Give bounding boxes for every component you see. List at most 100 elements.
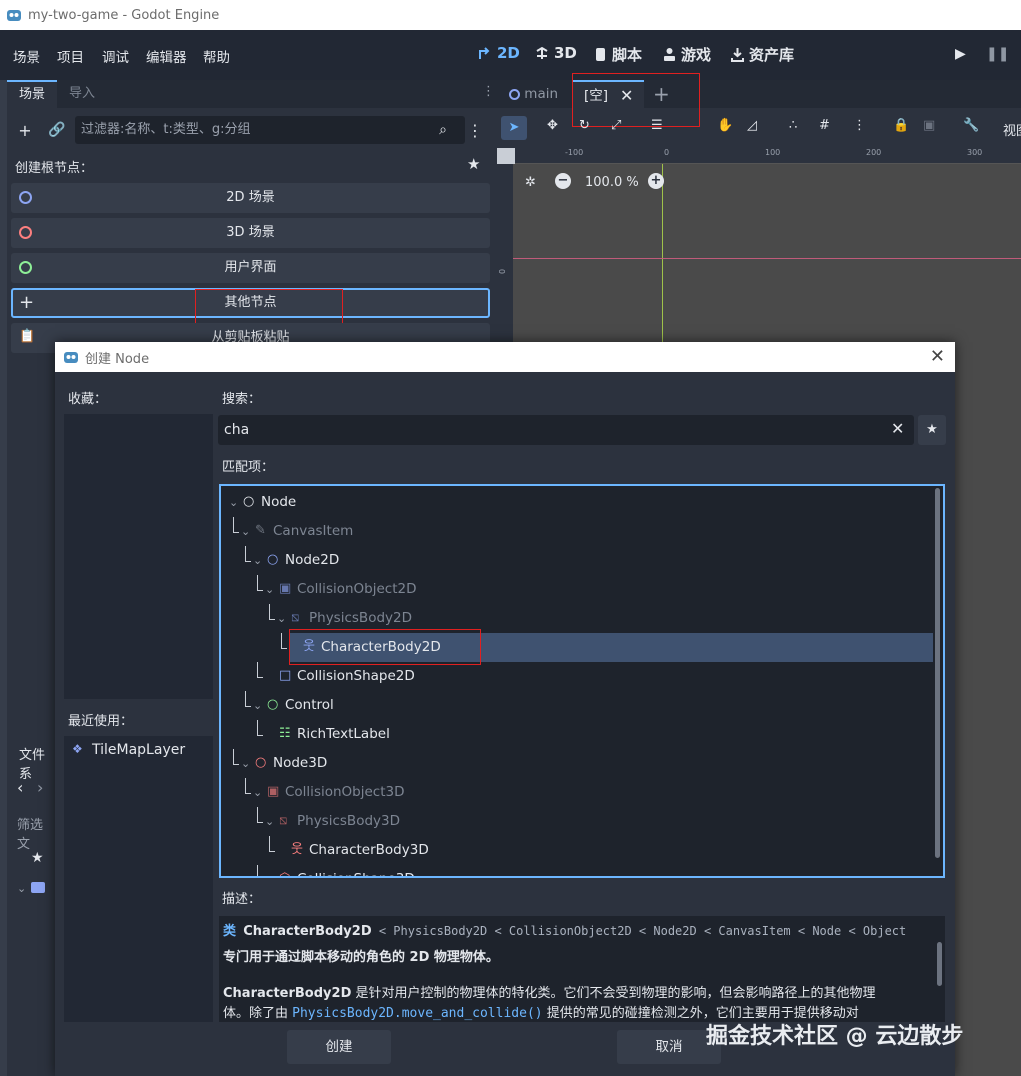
tree-guide-line (245, 691, 251, 707)
tree-row[interactable]: ⌄ ⧅ PhysicsBody3D (221, 807, 939, 836)
description-scrollbar[interactable] (937, 942, 942, 986)
select-tool-icon[interactable]: ➤ (501, 116, 527, 140)
group-icon[interactable]: ▣ (923, 118, 935, 133)
node2d-icon: ○ (267, 552, 279, 567)
link-icon[interactable]: 🔗 (45, 118, 69, 142)
scene-dock-tabs: 场景 导入 ⋮ (7, 80, 497, 108)
tree-item-label: Node2D (285, 552, 340, 568)
tree-row[interactable]: ⌄ ○ Control (221, 691, 939, 720)
tree-row[interactable]: ⬡ CollisionShape3D (221, 865, 939, 876)
clear-search-icon[interactable]: ✕ (891, 419, 904, 438)
dock-menu-icon[interactable]: ⋮ (482, 84, 495, 99)
scale-tool-icon[interactable]: ⤢ (611, 118, 621, 133)
tree-guide-line (257, 807, 263, 823)
tree-row[interactable]: ☷ RichTextLabel (221, 720, 939, 749)
method-link[interactable]: PhysicsBody2D.move_and_collide() (292, 1006, 542, 1021)
zoom-out-icon[interactable]: − (555, 173, 571, 189)
mode-3d-button[interactable]: 3D (535, 44, 577, 62)
tree-row[interactable]: ⌄ ○ Node2D (221, 546, 939, 575)
tree-item-label: CollisionShape3D (297, 865, 415, 876)
tab-scene[interactable]: 场景 (7, 80, 58, 108)
root-ui-button[interactable]: 用户界面 (11, 253, 490, 283)
list-select-icon[interactable]: ☰ (651, 118, 663, 133)
pause-icon[interactable]: ❚❚ (986, 46, 1009, 62)
mode-script-button[interactable]: 脚本 (593, 44, 642, 65)
tree-row[interactable]: 웃 CharacterBody3D (221, 836, 939, 865)
list-item[interactable]: ❖ TileMapLayer (64, 736, 213, 764)
folder-expand-icon[interactable]: ⌄ (17, 882, 26, 895)
tree-row[interactable]: □ CollisionShape2D (221, 662, 939, 691)
chevron-down-icon[interactable]: ⌄ (265, 807, 274, 836)
tree-guide-line (257, 865, 263, 876)
bone-icon[interactable]: 🔧 (963, 118, 979, 133)
watermark: 掘金技术社区 @ 云边散步 (706, 1024, 964, 1049)
chevron-down-icon[interactable]: ⌄ (241, 517, 250, 546)
scene-options-icon[interactable]: ⋮ (463, 118, 487, 142)
tab-import[interactable]: 导入 (57, 80, 107, 108)
matches-tree[interactable]: ⌄ ○ Node ⌄ ✎ CanvasItem ⌄ ○ Node2D ⌄ ▣ CollisionObj… (219, 484, 945, 878)
search-icon: ⌕ (439, 122, 447, 138)
tree-row[interactable]: ⌄ ✎ CanvasItem (221, 517, 939, 546)
window-title: my-two-game - Godot Engine (28, 7, 220, 23)
tree-scrollbar[interactable] (935, 488, 940, 858)
mode-game-button[interactable]: 游戏 (662, 44, 711, 65)
dialog-close-icon[interactable]: ✕ (930, 346, 945, 367)
tree-item-label: Control (285, 697, 334, 713)
forward-icon[interactable]: › (37, 778, 43, 797)
ruler-corner (497, 148, 515, 164)
mode-2d-button[interactable]: 2D (478, 44, 520, 62)
scene-filter-input[interactable]: 过滤器:名称、t:类型、g:分组 (75, 116, 465, 144)
chevron-down-icon[interactable]: ⌄ (253, 778, 262, 807)
annotation-box (289, 629, 481, 665)
root-2d-scene-button[interactable]: 2D 场景 (11, 183, 490, 213)
chevron-down-icon[interactable]: ⌄ (229, 488, 238, 517)
grid-snap-icon[interactable]: # (819, 118, 830, 133)
pan-tool-icon[interactable]: ✋ (717, 118, 733, 133)
tree-row[interactable]: ⌄ ▣ CollisionObject2D (221, 575, 939, 604)
dialog-titlebar: 创建 Node ✕ (55, 342, 955, 372)
tab-main[interactable]: main (509, 80, 558, 108)
center-view-icon[interactable]: ✲ (525, 175, 536, 190)
search-input[interactable]: cha (218, 415, 914, 445)
zoom-in-icon[interactable]: + (648, 173, 664, 189)
ruler-tool-icon[interactable]: ◿ (747, 118, 757, 133)
filesystem-filter-input[interactable]: 筛选文 (17, 814, 55, 852)
menu-project[interactable]: 项目 (57, 46, 84, 66)
chevron-down-icon[interactable]: ⌄ (265, 575, 274, 604)
menu-editor[interactable]: 编辑器 (146, 46, 187, 66)
favorites-list[interactable] (64, 414, 213, 699)
mode-assetlib-button[interactable]: 资产库 (730, 44, 794, 65)
chevron-down-icon[interactable]: ⌄ (241, 749, 250, 778)
chevron-down-icon[interactable]: ⌄ (253, 546, 262, 575)
window-titlebar: my-two-game - Godot Engine (0, 0, 1021, 30)
more-options-icon[interactable]: ⋮ (853, 118, 866, 133)
favorite-toggle-icon[interactable]: ★ (918, 415, 946, 445)
collisionobject3d-icon: ▣ (267, 784, 280, 799)
tree-item-label: Node3D (273, 755, 328, 771)
smart-snap-icon[interactable]: ∴ (789, 118, 797, 133)
canvasitem-icon: ✎ (255, 523, 266, 538)
chevron-down-icon[interactable]: ⌄ (253, 691, 262, 720)
play-icon[interactable]: ▶ (955, 46, 966, 62)
chevron-down-icon[interactable]: ⌄ (277, 604, 286, 633)
lock-icon[interactable]: 🔒 (893, 118, 909, 133)
move-tool-icon[interactable]: ✥ (547, 118, 558, 133)
zoom-level[interactable]: 100.0 % (585, 175, 639, 190)
create-button[interactable]: 创建 (287, 1030, 391, 1064)
view-menu[interactable]: 视图 (1003, 120, 1021, 139)
tree-row[interactable]: ⌄ ▣ CollisionObject3D (221, 778, 939, 807)
tab-filesystem[interactable]: 文件系 (19, 744, 55, 782)
canvas-toolbar: ➤ ✥ ↻ ⤢ ☰ ✋ ◿ ∴ # ⋮ 🔒 ▣ 🔧 视图 (497, 114, 1021, 144)
matches-label: 匹配项： (222, 460, 275, 475)
root-3d-scene-button[interactable]: 3D 场景 (11, 218, 490, 248)
add-node-icon[interactable]: + (13, 118, 37, 142)
recent-list[interactable]: ❖ TileMapLayer (64, 736, 213, 1022)
menu-help[interactable]: 帮助 (203, 46, 230, 66)
menu-scene[interactable]: 场景 (13, 46, 40, 66)
tree-row[interactable]: ⌄ ○ Node3D (221, 749, 939, 778)
rotate-tool-icon[interactable]: ↻ (579, 118, 590, 133)
back-icon[interactable]: ‹ (17, 778, 23, 797)
favorite-star-icon[interactable]: ★ (467, 155, 480, 173)
tree-row[interactable]: ⌄ ○ Node (221, 488, 939, 517)
menu-debug[interactable]: 调试 (102, 46, 129, 66)
